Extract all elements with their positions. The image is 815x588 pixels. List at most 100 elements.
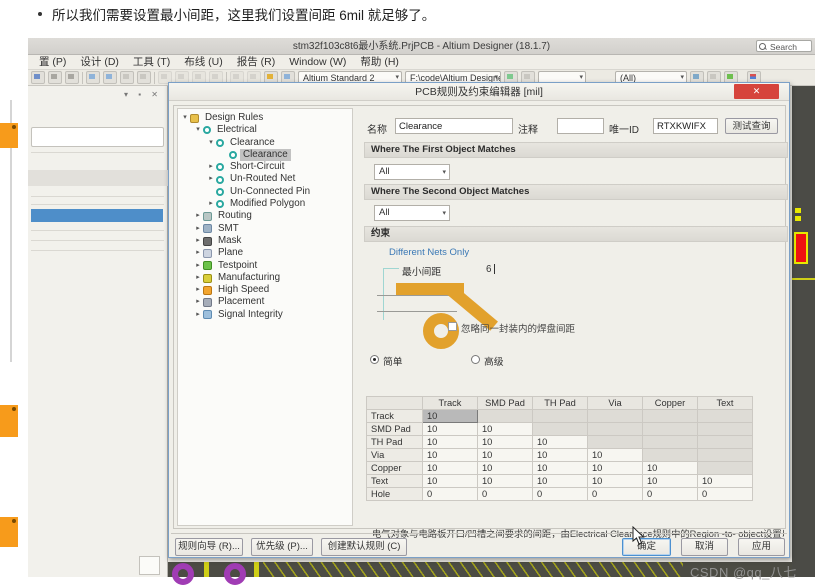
collapsed-expander-icon[interactable]: ▸ <box>206 173 216 185</box>
matrix-cell-text-via[interactable]: 10 <box>587 474 643 488</box>
panel-dropdown-icon[interactable]: ▾ <box>124 90 132 99</box>
matrix-cell-via-via[interactable]: 10 <box>587 448 643 462</box>
tree-item-clearance[interactable]: Clearance <box>178 148 352 162</box>
matrix-cell-hole-text[interactable]: 0 <box>697 487 753 501</box>
matrix-cell-copper-track[interactable]: 10 <box>422 461 478 475</box>
second-match-dropdown[interactable]: All ▾ <box>374 205 450 221</box>
comment-input[interactable] <box>557 118 604 134</box>
panel-pin-icon[interactable]: ▪ <box>138 90 145 99</box>
panel-close-icon[interactable]: ✕ <box>151 90 162 99</box>
tree-item-smt[interactable]: ▸ SMT <box>178 223 352 235</box>
collapsed-expander-icon[interactable]: ▸ <box>193 284 203 296</box>
matrix-cell-copper-via[interactable]: 10 <box>587 461 643 475</box>
priorities-button[interactable]: 优先级 (P)... <box>251 538 313 556</box>
print-icon[interactable] <box>48 71 62 84</box>
ok-button[interactable]: 确定 <box>622 538 671 556</box>
apply-button[interactable]: 应用 <box>738 538 785 556</box>
menu-t[interactable]: 工具 (T) <box>126 55 177 70</box>
collapsed-expander-icon[interactable]: ▸ <box>193 309 203 321</box>
tree-item-modified-polygon[interactable]: ▸ Modified Polygon <box>178 198 352 210</box>
collapsed-expander-icon[interactable]: ▸ <box>193 235 203 247</box>
tree-item-electrical[interactable]: ▾ Electrical <box>178 124 352 136</box>
zoom-fit-icon[interactable] <box>103 71 117 84</box>
tree-item-manufacturing[interactable]: ▸ Manufacturing <box>178 272 352 284</box>
matrix-row-header-hole[interactable]: Hole <box>366 487 423 501</box>
first-match-dropdown[interactable]: All ▾ <box>374 164 450 180</box>
rule-name-input[interactable] <box>395 118 513 134</box>
tree-item-clearance[interactable]: ▾ Clearance <box>178 137 352 149</box>
save-icon[interactable] <box>31 71 45 84</box>
pcb-editor-strip-right[interactable] <box>792 86 815 577</box>
matrix-row-header-text[interactable]: Text <box>366 474 423 488</box>
tree-item-un-connected-pin[interactable]: Un-Connected Pin <box>178 186 352 198</box>
matrix-cell-via-smd-pad[interactable]: 10 <box>477 448 533 462</box>
collapsed-expander-icon[interactable]: ▸ <box>193 272 203 284</box>
matrix-cell-via-th-pad[interactable]: 10 <box>532 448 588 462</box>
matrix-cell-copper-copper[interactable]: 10 <box>642 461 698 475</box>
tree-item-un-routed-net[interactable]: ▸ Un-Routed Net <box>178 173 352 185</box>
tree-item-placement[interactable]: ▸ Placement <box>178 296 352 308</box>
rule-wizard-button[interactable]: 规则向导 (R)... <box>175 538 243 556</box>
collapsed-expander-icon[interactable]: ▸ <box>193 210 203 222</box>
close-button[interactable]: ✕ <box>734 84 779 99</box>
zoom-selection-icon[interactable] <box>137 71 151 84</box>
different-nets-link[interactable]: Different Nets Only <box>389 247 469 258</box>
matrix-cell-text-text[interactable]: 10 <box>697 474 753 488</box>
collapsed-expander-icon[interactable]: ▸ <box>193 247 203 259</box>
matrix-col-header-text[interactable]: Text <box>697 396 753 410</box>
menu-u[interactable]: 布线 (U) <box>177 55 230 70</box>
matrix-cell-copper-th-pad[interactable]: 10 <box>532 461 588 475</box>
matrix-row-header-smd-pad[interactable]: SMD Pad <box>366 422 423 436</box>
tree-item-testpoint[interactable]: ▸ Testpoint <box>178 260 352 272</box>
tree-item-short-circuit[interactable]: ▸ Short-Circuit <box>178 161 352 173</box>
matrix-cell-th-pad-smd-pad[interactable]: 10 <box>477 435 533 449</box>
matrix-cell-track-track[interactable]: 10 <box>422 409 478 423</box>
matrix-cell-hole-copper[interactable]: 0 <box>642 487 698 501</box>
menu-r[interactable]: 报告 (R) <box>230 55 283 70</box>
projects-search-input[interactable] <box>31 127 164 147</box>
ignore-pad-clearance-checkbox[interactable] <box>448 322 457 331</box>
matrix-col-header-th-pad[interactable]: TH Pad <box>532 396 588 410</box>
matrix-cell-text-track[interactable]: 10 <box>422 474 478 488</box>
tree-item-high-speed[interactable]: ▸ High Speed <box>178 284 352 296</box>
tree-item-signal-integrity[interactable]: ▸ Signal Integrity <box>178 309 352 321</box>
print-preview-icon[interactable] <box>65 71 79 84</box>
menu-d[interactable]: 设计 (D) <box>73 55 126 70</box>
cancel-button[interactable]: 取消 <box>681 538 728 556</box>
dialog-titlebar[interactable]: PCB规则及约束编辑器 [mil] ✕ <box>169 83 789 101</box>
matrix-cell-copper-smd-pad[interactable]: 10 <box>477 461 533 475</box>
expanded-expander-icon[interactable]: ▾ <box>180 112 190 124</box>
matrix-col-header-copper[interactable]: Copper <box>642 396 698 410</box>
matrix-cell-text-th-pad[interactable]: 10 <box>532 474 588 488</box>
tree-item-mask[interactable]: ▸ Mask <box>178 235 352 247</box>
matrix-row-header-track[interactable]: Track <box>366 409 423 423</box>
matrix-cell-th-pad-th-pad[interactable]: 10 <box>532 435 588 449</box>
matrix-cell-text-smd-pad[interactable]: 10 <box>477 474 533 488</box>
min-clearance-value[interactable]: 6 <box>486 264 491 275</box>
panel-controls[interactable]: ▾ ▪ ✕ <box>124 90 162 99</box>
matrix-row-header-copper[interactable]: Copper <box>366 461 423 475</box>
unique-id-input[interactable] <box>653 118 718 134</box>
matrix-col-header-via[interactable]: Via <box>587 396 643 410</box>
advanced-mode-radio[interactable] <box>471 355 480 364</box>
menu-window-w[interactable]: Window (W) <box>282 55 353 70</box>
matrix-cell-hole-th-pad[interactable]: 0 <box>532 487 588 501</box>
matrix-col-header-smd-pad[interactable]: SMD Pad <box>477 396 533 410</box>
test-queries-button[interactable]: 测试查询 <box>725 118 778 134</box>
matrix-cell-hole-smd-pad[interactable]: 0 <box>477 487 533 501</box>
zoom-in-icon[interactable] <box>120 71 134 84</box>
collapsed-expander-icon[interactable]: ▸ <box>193 260 203 272</box>
matrix-cell-smd-pad-smd-pad[interactable]: 10 <box>477 422 533 436</box>
tree-item-plane[interactable]: ▸ Plane <box>178 247 352 259</box>
search-box[interactable]: Search <box>756 40 812 52</box>
projects-selected-row[interactable] <box>31 209 163 222</box>
tree-item-routing[interactable]: ▸ Routing <box>178 210 352 222</box>
tree-item-design-rules[interactable]: ▾ Design Rules <box>178 112 352 124</box>
expanded-expander-icon[interactable]: ▾ <box>206 137 216 149</box>
matrix-cell-hole-via[interactable]: 0 <box>587 487 643 501</box>
matrix-row-header-th-pad[interactable]: TH Pad <box>366 435 423 449</box>
expanded-expander-icon[interactable]: ▾ <box>193 124 203 136</box>
matrix-col-header-track[interactable]: Track <box>422 396 478 410</box>
simple-mode-radio[interactable] <box>370 355 379 364</box>
create-default-rule-button[interactable]: 创建默认规则 (C) <box>321 538 407 556</box>
